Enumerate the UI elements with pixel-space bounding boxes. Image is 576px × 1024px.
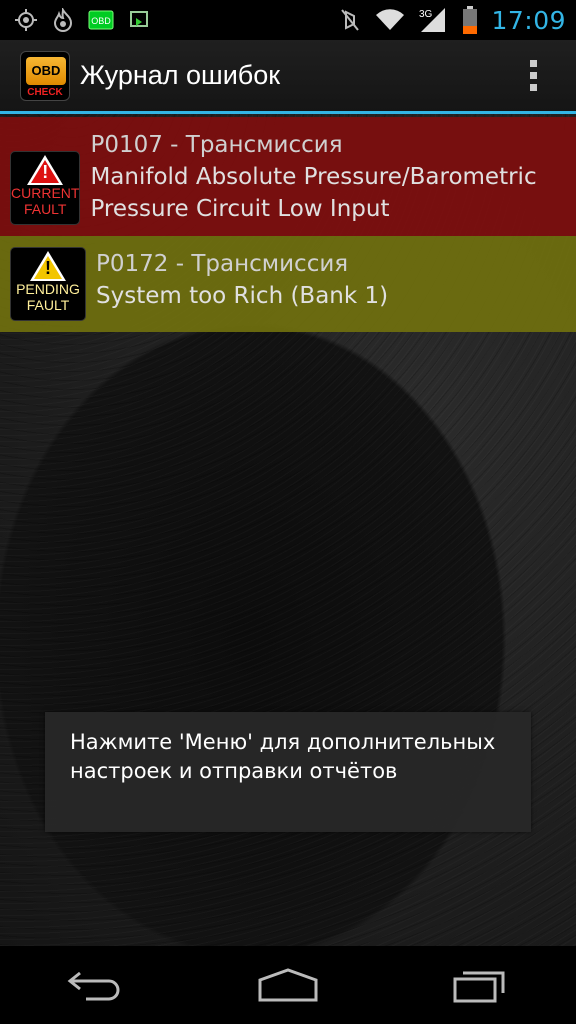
toast-message: Нажмите 'Меню' для дополнительных настро… xyxy=(45,712,531,832)
pending-fault-badge: ! PENDING FAULT xyxy=(10,247,86,321)
wifi-icon xyxy=(375,8,405,32)
page-title: Журнал ошибок xyxy=(80,60,281,90)
overflow-menu-icon[interactable] xyxy=(530,60,538,91)
warning-icon: ! xyxy=(27,155,64,185)
fault-description: System too Rich (Bank 1) xyxy=(96,283,389,309)
gps-icon xyxy=(14,8,38,32)
mute-icon xyxy=(339,8,361,32)
flame-icon xyxy=(52,8,74,32)
fault-row-pending[interactable]: ! PENDING FAULT P0172 - Трансмиссия Syst… xyxy=(0,236,576,332)
current-fault-badge: ! CURRENT FAULT xyxy=(10,151,81,225)
badge-line2: FAULT xyxy=(26,297,70,313)
screen: OBD 3G 17:09 OBD CHECK Журнал ошибок ! C… xyxy=(0,0,576,1024)
app-logo-label: CHECK xyxy=(27,86,63,98)
recent-apps-button[interactable] xyxy=(435,955,525,1015)
badge-line1: CURRENT xyxy=(11,185,80,201)
clock: 17:09 xyxy=(491,5,566,35)
badge-line1: PENDING xyxy=(16,281,80,297)
status-notifications: OBD xyxy=(14,8,150,32)
fault-description: Manifold Absolute Pressure/Barometric Pr… xyxy=(90,164,537,222)
fault-code: P0107 - Трансмиссия xyxy=(90,132,343,158)
svg-text:3G: 3G xyxy=(419,9,433,20)
badge-line2: FAULT xyxy=(23,201,67,217)
back-icon xyxy=(67,971,120,1001)
home-button[interactable] xyxy=(243,955,333,1015)
recent-apps-icon xyxy=(453,971,505,1003)
fault-code: P0172 - Трансмиссия xyxy=(96,251,349,277)
home-icon xyxy=(258,968,318,1002)
fault-text: P0107 - Трансмиссия Manifold Absolute Pr… xyxy=(90,117,576,225)
fault-text: P0172 - Трансмиссия System too Rich (Ban… xyxy=(96,236,388,312)
status-bar: OBD 3G 17:09 xyxy=(0,0,576,40)
action-bar: OBD CHECK Журнал ошибок xyxy=(0,40,576,114)
app-logo-icon[interactable]: OBD CHECK xyxy=(20,50,70,101)
navigation-bar xyxy=(0,946,576,1024)
status-system: 3G 17:09 xyxy=(339,6,566,35)
fault-row-current[interactable]: ! CURRENT FAULT P0107 - Трансмиссия Mani… xyxy=(0,117,576,236)
back-button[interactable] xyxy=(51,955,141,1015)
svg-text:OBD: OBD xyxy=(91,16,111,26)
fault-list: ! CURRENT FAULT P0107 - Трансмиссия Mani… xyxy=(0,117,576,332)
cast-icon xyxy=(128,9,150,31)
signal-icon: 3G xyxy=(419,6,449,34)
warning-icon: ! xyxy=(30,251,66,281)
obd-icon: OBD xyxy=(88,10,114,30)
engine-icon: OBD xyxy=(26,56,66,85)
battery-icon xyxy=(463,6,478,34)
